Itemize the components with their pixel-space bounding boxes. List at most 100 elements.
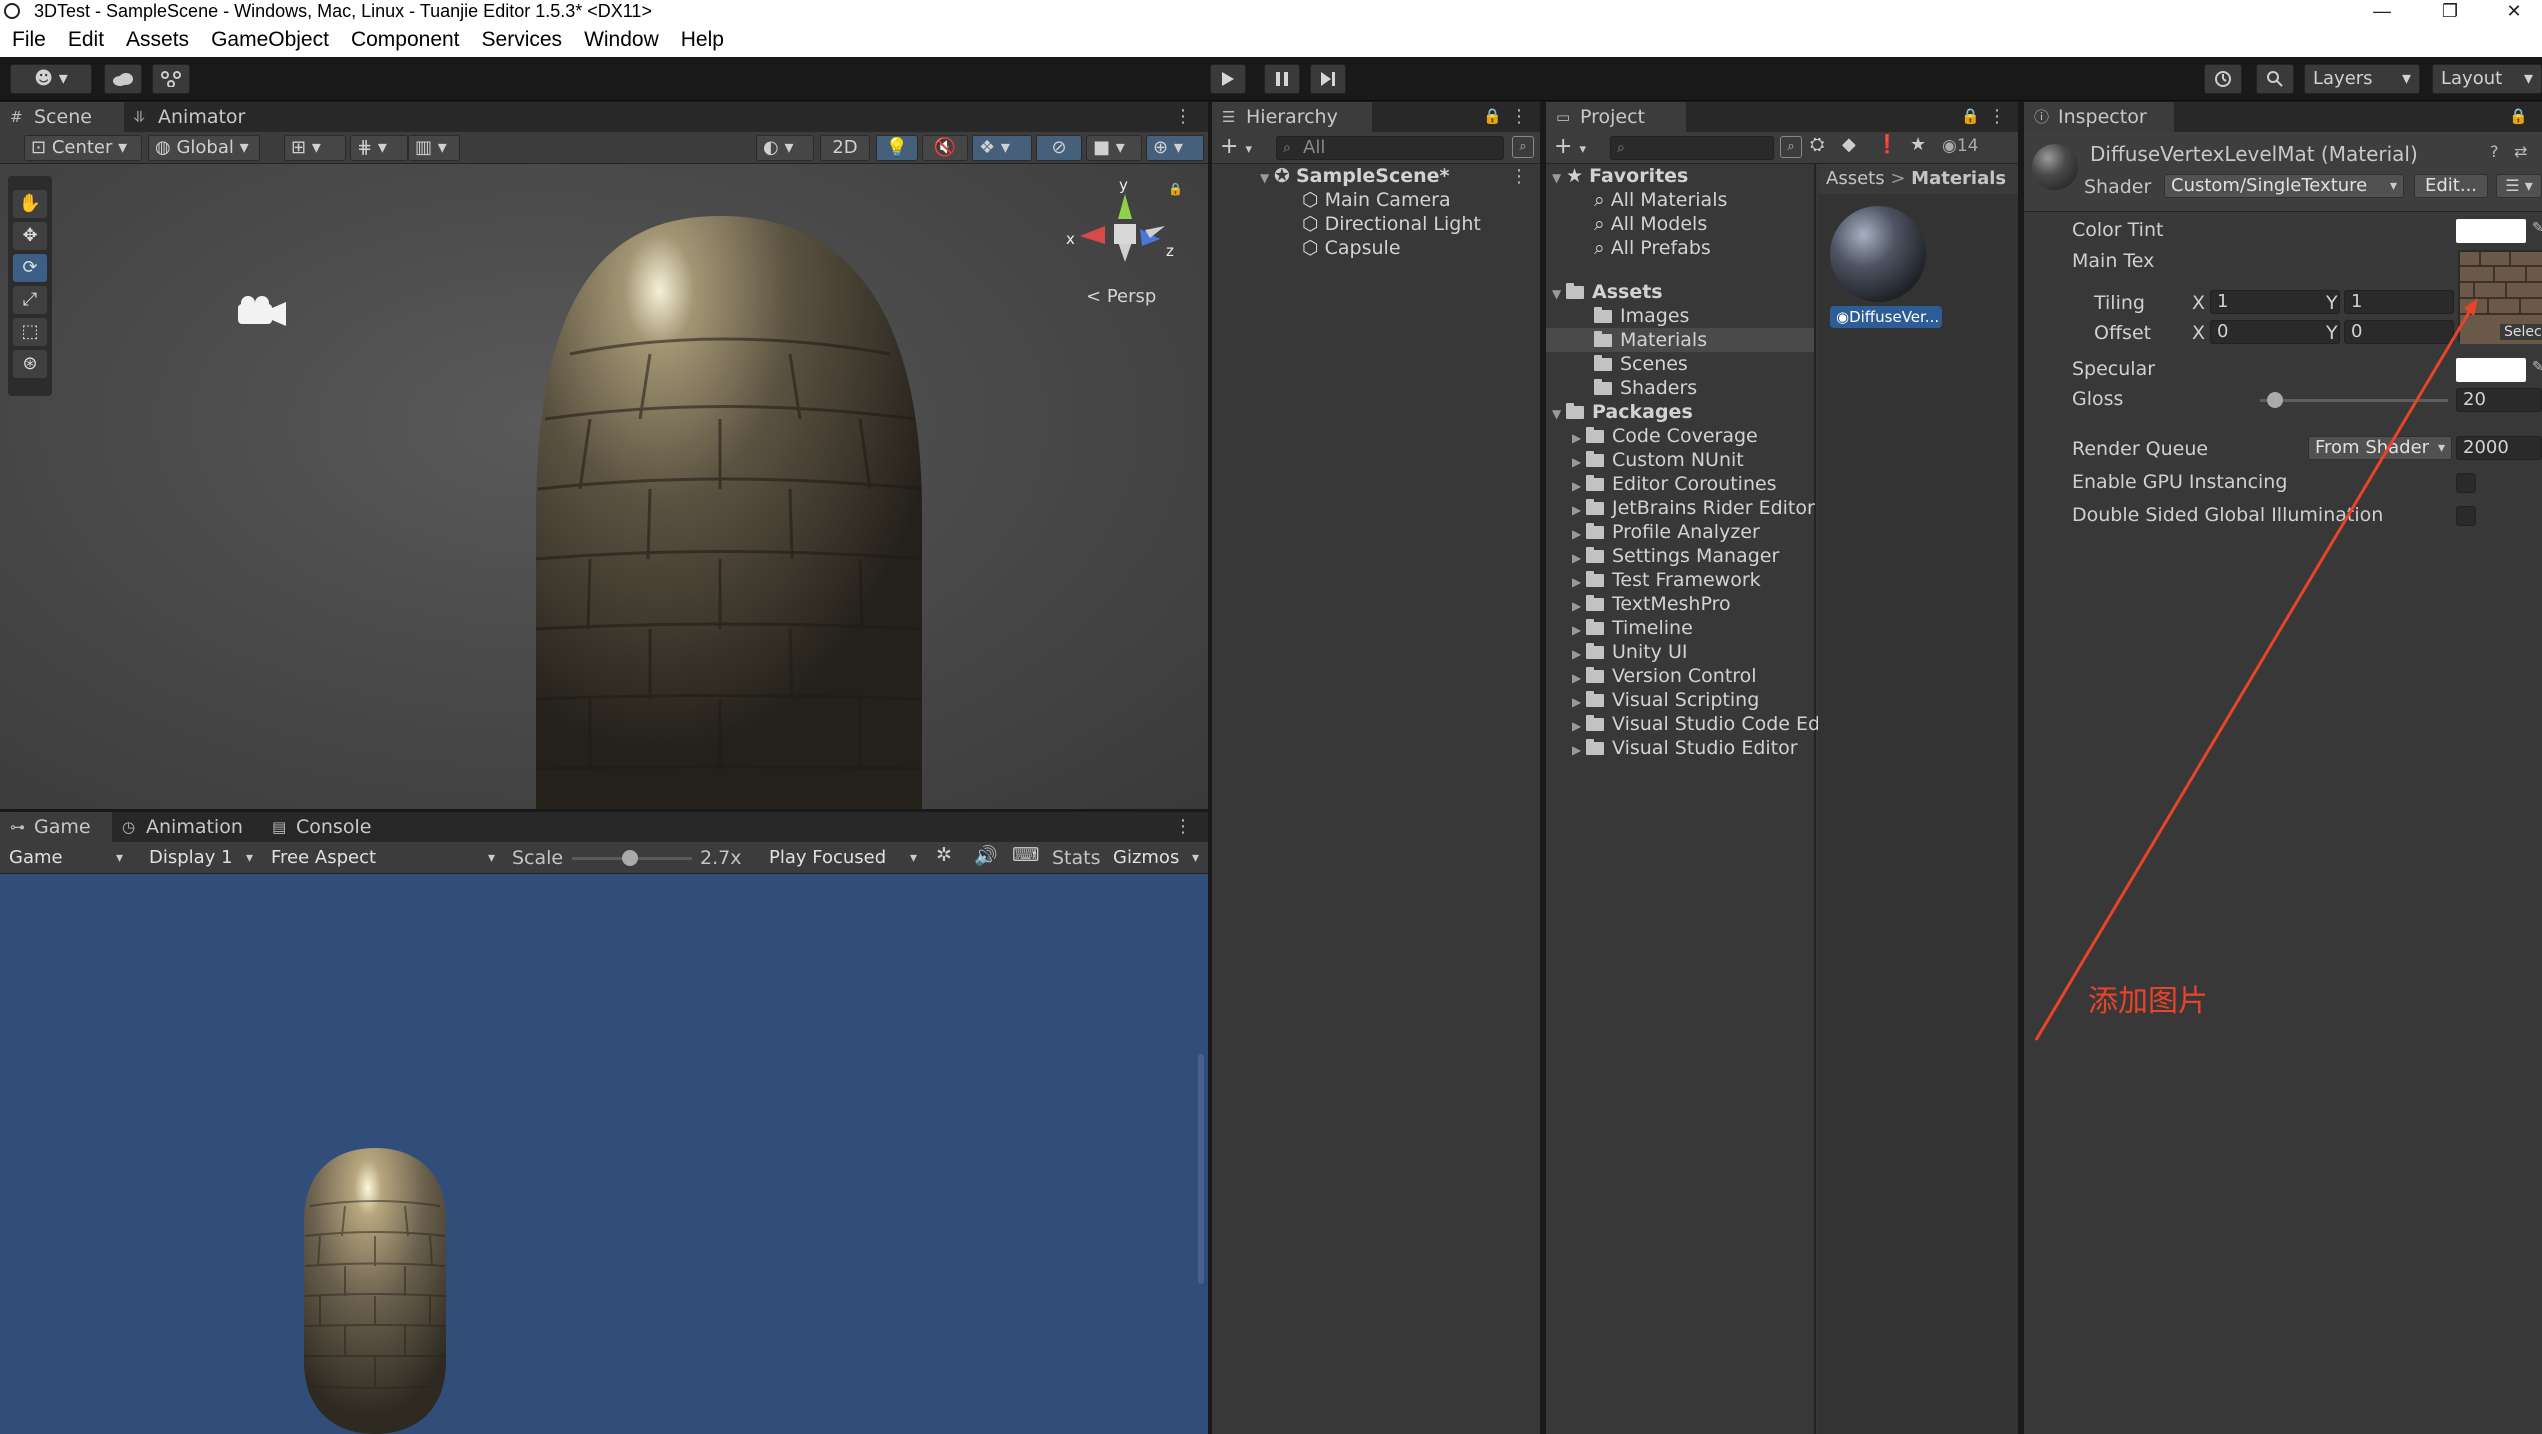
- hand-tool-icon[interactable]: ✋: [13, 190, 47, 218]
- keyboard-icon[interactable]: ⌨: [1012, 844, 1039, 866]
- effects-toggle[interactable]: ❖ ▾: [972, 135, 1032, 161]
- search-filter-icon[interactable]: ⌕: [1780, 136, 1802, 158]
- scene-root[interactable]: ▼ ✪ SampleScene*: [1260, 164, 1449, 190]
- play-mode-dropdown[interactable]: Play Focused: [762, 846, 924, 870]
- menu-window[interactable]: Window: [584, 28, 659, 51]
- filter-icon[interactable]: ⌕: [1512, 136, 1534, 158]
- camera-settings-button[interactable]: ■ ▾: [1086, 135, 1142, 161]
- favorite-all-prefabs[interactable]: ⌕ All Prefabs: [1594, 236, 1711, 260]
- package-item[interactable]: ▶ Test Framework: [1572, 568, 1761, 594]
- layout-dropdown[interactable]: Layout ▾: [2432, 64, 2542, 94]
- scale-tool-icon[interactable]: ⤢: [13, 286, 47, 314]
- type-filter-icon[interactable]: ⛭: [1810, 134, 1824, 155]
- breadcrumb-materials[interactable]: Materials: [1911, 168, 2006, 189]
- folder-images[interactable]: Images: [1594, 304, 1689, 328]
- folder-shaders[interactable]: Shaders: [1594, 376, 1697, 400]
- tab-hierarchy[interactable]: ☰ Hierarchy: [1212, 102, 1372, 132]
- close-button[interactable]: ✕: [2484, 0, 2542, 23]
- package-item[interactable]: ▶ Editor Coroutines: [1572, 472, 1777, 498]
- package-item[interactable]: ▶ Visual Scripting: [1572, 688, 1759, 714]
- menu-assets[interactable]: Assets: [126, 28, 189, 51]
- package-item[interactable]: ▶ Code Coverage: [1572, 424, 1758, 450]
- game-scrollbar[interactable]: [1198, 1054, 1204, 1284]
- more-options-icon[interactable]: ⋮: [1510, 106, 1528, 127]
- package-item[interactable]: ▶ JetBrains Rider Editor: [1572, 496, 1815, 522]
- menu-component[interactable]: Component: [351, 28, 460, 51]
- tab-project[interactable]: ▭ Project: [1546, 102, 1686, 132]
- game-viewport[interactable]: [0, 874, 1208, 1434]
- rotate-tool-icon[interactable]: ⟳: [13, 254, 47, 282]
- package-item[interactable]: ▶ Version Control: [1572, 664, 1757, 690]
- packages-node[interactable]: ▼ Packages: [1552, 400, 1693, 426]
- minimize-button[interactable]: —: [2352, 0, 2412, 23]
- more-options-icon[interactable]: ⋮: [1988, 106, 2006, 127]
- search-button[interactable]: [2256, 64, 2294, 94]
- tab-animation[interactable]: ◷ Animation: [112, 812, 262, 842]
- project-search-input[interactable]: ⌕: [1610, 136, 1774, 160]
- lock-icon[interactable]: 🔒: [1483, 107, 1502, 125]
- camera-gizmo-icon[interactable]: [234, 294, 290, 330]
- menu-gameobject[interactable]: GameObject: [211, 28, 329, 51]
- space-dropdown[interactable]: ◍ Global ▾: [148, 135, 260, 161]
- pivot-dropdown[interactable]: ⊡ Center ▾: [24, 135, 142, 161]
- package-item[interactable]: ▶ TextMeshPro: [1572, 592, 1731, 618]
- menu-file[interactable]: File: [12, 28, 46, 51]
- transform-tool-icon[interactable]: ⊛: [13, 350, 47, 378]
- projection-toggle[interactable]: < Persp: [1086, 286, 1156, 307]
- warning-filter-icon[interactable]: ❗: [1876, 134, 1898, 155]
- breadcrumb-assets[interactable]: Assets: [1826, 168, 1885, 189]
- capsule-object[interactable]: [530, 214, 930, 809]
- assets-node[interactable]: ▼ Assets: [1552, 280, 1663, 306]
- more-options-icon[interactable]: ⋮: [1174, 816, 1192, 837]
- display-dropdown[interactable]: Display 1: [142, 846, 260, 870]
- hidden-objects-toggle[interactable]: ⊘: [1036, 135, 1082, 161]
- tab-scene[interactable]: # Scene: [0, 102, 124, 132]
- package-item[interactable]: ▶ Settings Manager: [1572, 544, 1779, 570]
- stats-button[interactable]: Stats: [1052, 846, 1101, 870]
- view-dropdown[interactable]: Game: [2, 846, 130, 870]
- tab-animator[interactable]: ⥥ Animator: [124, 102, 254, 132]
- gizmos-toggle[interactable]: ⊕ ▾: [1146, 135, 1204, 161]
- scene-viewport[interactable]: ✋ ✥ ⟳ ⤢ ⬚ ⊛ y x z 🔒 < Persp: [0, 164, 1208, 809]
- pause-button[interactable]: [1264, 64, 1300, 94]
- align-button[interactable]: ▥ ▾: [408, 135, 460, 161]
- package-item[interactable]: ▶ Custom NUnit: [1572, 448, 1744, 474]
- draw-mode-button[interactable]: ◐ ▾: [756, 135, 814, 161]
- hierarchy-item-capsule[interactable]: ⬡ Capsule: [1302, 236, 1401, 260]
- move-tool-icon[interactable]: ✥: [13, 222, 47, 250]
- scene-options-icon[interactable]: ⋮: [1510, 166, 1528, 187]
- tab-game[interactable]: ⊶ Game: [0, 812, 112, 842]
- package-item[interactable]: ▶ Visual Studio Editor: [1572, 736, 1798, 762]
- hierarchy-item-directional-light[interactable]: ⬡ Directional Light: [1302, 212, 1481, 236]
- add-object-button[interactable]: + ▾: [1220, 134, 1252, 159]
- audio-toggle[interactable]: 🔇: [922, 135, 968, 161]
- layers-dropdown[interactable]: Layers ▾: [2304, 64, 2420, 94]
- hierarchy-item-main-camera[interactable]: ⬡ Main Camera: [1302, 188, 1451, 212]
- lock-icon[interactable]: 🔒: [1961, 107, 1980, 125]
- folder-scenes[interactable]: Scenes: [1594, 352, 1688, 376]
- grid-snap-button[interactable]: ⊞ ▾: [284, 135, 346, 161]
- favorite-all-models[interactable]: ⌕ All Models: [1594, 212, 1707, 236]
- lighting-toggle[interactable]: 💡: [876, 135, 918, 161]
- step-button[interactable]: [1310, 64, 1346, 94]
- undo-history-button[interactable]: [2204, 64, 2242, 94]
- material-thumbnail[interactable]: [1830, 206, 1926, 302]
- favorite-star-icon[interactable]: ★: [1910, 134, 1926, 155]
- collab-button[interactable]: [152, 64, 190, 94]
- lock-icon[interactable]: 🔒: [1168, 182, 1183, 196]
- play-button[interactable]: [1210, 64, 1246, 94]
- package-item[interactable]: ▶ Visual Studio Code Edi: [1572, 712, 1825, 738]
- label-filter-icon[interactable]: ◆: [1842, 134, 1856, 155]
- favorites-node[interactable]: ▼ ★ Favorites: [1552, 164, 1688, 190]
- gizmos-dropdown[interactable]: Gizmos: [1106, 846, 1206, 870]
- create-asset-button[interactable]: + ▾: [1554, 134, 1586, 159]
- tab-console[interactable]: ▤ Console: [262, 812, 392, 842]
- scale-slider-thumb[interactable]: [621, 850, 638, 866]
- increment-snap-button[interactable]: ⋕ ▾: [350, 135, 408, 161]
- hierarchy-search-input[interactable]: ⌕ All: [1276, 136, 1504, 160]
- hidden-packages-toggle[interactable]: ◉14: [1942, 136, 1978, 156]
- package-item[interactable]: ▶ Profile Analyzer: [1572, 520, 1760, 546]
- aspect-dropdown[interactable]: Free Aspect: [264, 846, 502, 870]
- package-item[interactable]: ▶ Timeline: [1572, 616, 1693, 642]
- material-asset-label[interactable]: ◉DiffuseVer...: [1830, 306, 1942, 328]
